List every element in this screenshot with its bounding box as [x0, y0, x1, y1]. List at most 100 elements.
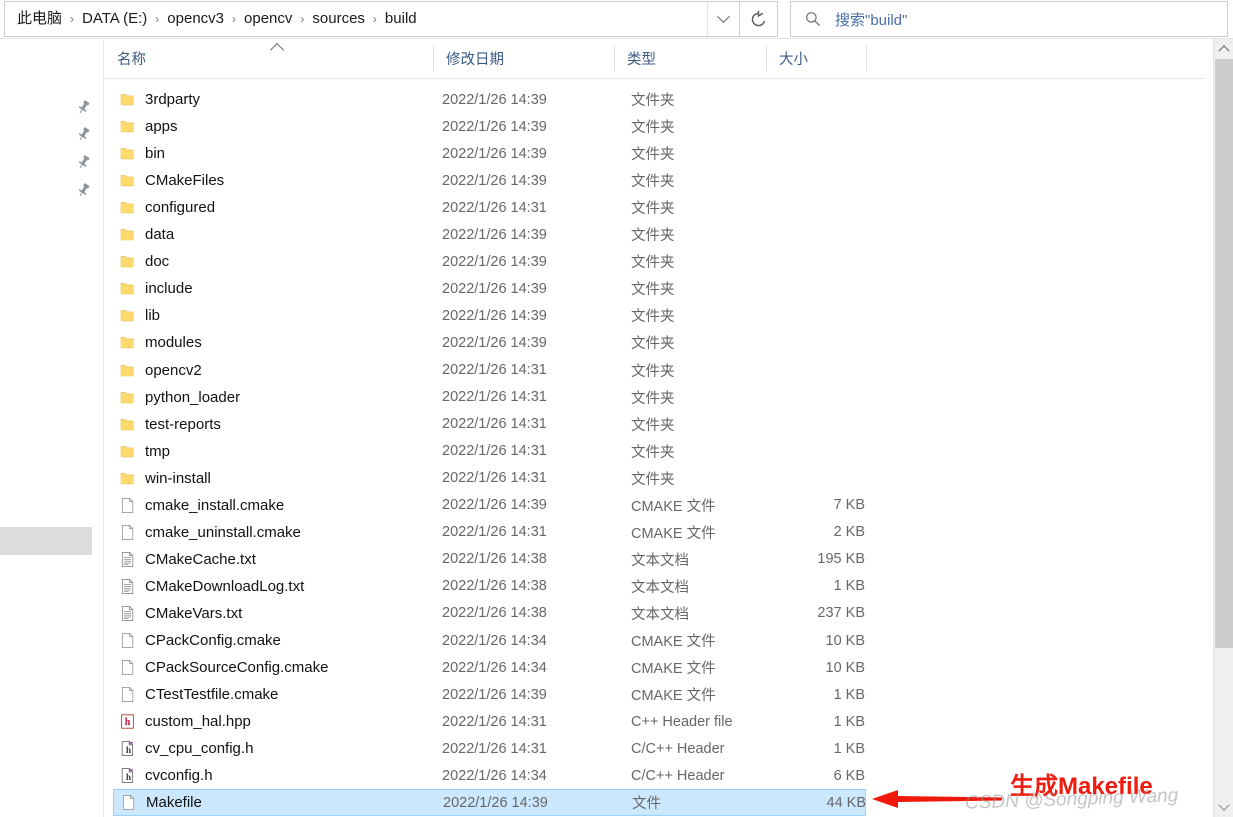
breadcrumb-item[interactable]: 此电脑 — [14, 6, 65, 32]
table-row[interactable]: cmake_install.cmake 2022/1/26 14:39 CMAKE … — [113, 492, 866, 519]
column-header-size-label: 大小 — [779, 52, 808, 68]
scroll-down-button[interactable] — [1214, 799, 1233, 817]
file-name-label: win-install — [145, 469, 211, 487]
file-name-label: cmake_uninstall.cmake — [145, 523, 301, 541]
cell-date-modified: 2022/1/26 14:31 — [442, 740, 547, 757]
cell-size: 2 KB — [833, 524, 865, 541]
cell-size: 44 KB — [826, 794, 867, 811]
breadcrumb-separator: › — [300, 12, 305, 26]
table-row[interactable]: test-reports 2022/1/26 14:31 文件夹 — [113, 411, 866, 438]
cell-type: 文件夹 — [631, 417, 675, 434]
pinned-item[interactable] — [72, 123, 94, 145]
cell-date-modified: 2022/1/26 14:31 — [442, 362, 547, 378]
cell-type: 文件夹 — [631, 444, 675, 461]
file-name-label: include — [145, 280, 193, 298]
table-row[interactable]: CMakeVars.txt 2022/1/26 14:38 文本文档 237 KB — [113, 600, 866, 627]
cell-name: h cvconfig.h — [113, 762, 433, 789]
refresh-button[interactable] — [740, 1, 778, 37]
table-row[interactable]: cmake_uninstall.cmake 2022/1/26 14:31 CMAK… — [113, 519, 866, 546]
table-row[interactable]: CPackSourceConfig.cmake 2022/1/26 14:34 CM… — [113, 654, 866, 681]
blank-file-icon — [122, 795, 135, 811]
table-row[interactable]: doc 2022/1/26 14:39 文件夹 — [113, 248, 866, 275]
breadcrumb-item[interactable]: opencv3 — [164, 6, 227, 32]
scroll-up-button[interactable] — [1214, 39, 1233, 57]
table-row[interactable]: modules 2022/1/26 14:39 文件夹 — [113, 329, 866, 356]
breadcrumb-item[interactable]: opencv — [241, 6, 295, 32]
text-file-icon — [121, 578, 134, 594]
column-header-date[interactable]: 修改日期 — [434, 39, 614, 78]
cell-size: 7 KB — [833, 497, 865, 514]
search-input[interactable]: 搜索"build" — [790, 1, 1228, 37]
cell-type: 文件夹 — [631, 255, 675, 272]
table-row[interactable]: h cvconfig.h 2022/1/26 14:34 C/C++ Header 6 … — [113, 762, 866, 789]
cell-type: C/C++ Header — [631, 767, 725, 784]
table-row[interactable]: lib 2022/1/26 14:39 文件夹 — [113, 302, 866, 329]
cell-date-modified: 2022/1/26 14:39 — [442, 172, 547, 189]
pinned-item[interactable] — [72, 151, 94, 173]
pinned-item[interactable] — [72, 179, 94, 201]
table-row[interactable]: 3rdparty 2022/1/26 14:39 文件夹 — [113, 86, 866, 113]
column-header-type[interactable]: 类型 — [615, 39, 766, 78]
table-row[interactable]: opencv2 2022/1/26 14:31 文件夹 — [113, 357, 866, 384]
cell-name: CMakeVars.txt — [113, 600, 433, 627]
navigation-pane[interactable] — [0, 39, 104, 817]
cell-type: 文件夹 — [631, 201, 675, 218]
scrollbar-thumb[interactable] — [1215, 59, 1233, 648]
breadcrumb[interactable]: 此电脑 › DATA (E:) › opencv3 › opencv › sources › bui… — [5, 2, 707, 36]
cell-size: 1 KB — [833, 713, 865, 730]
vertical-scrollbar[interactable] — [1213, 39, 1233, 817]
breadcrumb-separator: › — [232, 12, 237, 26]
cell-name: python_loader — [113, 384, 433, 411]
cell-type: 文件夹 — [631, 93, 675, 109]
file-name-label: CPackSourceConfig.cmake — [145, 659, 329, 677]
table-row[interactable]: python_loader 2022/1/26 14:31 文件夹 — [113, 384, 866, 411]
cell-type: CMAKE 文件 — [631, 498, 716, 515]
pin-icon — [78, 154, 89, 168]
nav-highlighted-item[interactable] — [0, 527, 92, 555]
text-file-icon — [121, 605, 134, 621]
svg-text:h: h — [126, 745, 131, 755]
left-arrow-annotation — [872, 790, 1002, 808]
folder-icon — [120, 121, 134, 133]
cell-name: lib — [113, 302, 433, 329]
breadcrumb-item[interactable]: build — [382, 6, 420, 32]
column-header-name[interactable]: 名称 — [105, 39, 433, 78]
table-row[interactable]: CMakeCache.txt 2022/1/26 14:38 文本文档 195 KB — [113, 546, 866, 573]
breadcrumb-item[interactable]: sources — [309, 6, 368, 32]
file-name-label: CMakeCache.txt — [145, 550, 256, 568]
pin-icon — [78, 182, 89, 196]
breadcrumb-separator: › — [372, 12, 377, 26]
cell-type: 文件夹 — [631, 282, 675, 299]
table-row[interactable]: configured 2022/1/26 14:31 文件夹 — [113, 194, 866, 221]
column-divider-4[interactable] — [866, 46, 867, 71]
table-row[interactable]: CMakeDownloadLog.txt 2022/1/26 14:38 文本文档 1… — [113, 573, 866, 600]
cell-date-modified: 2022/1/26 14:38 — [442, 605, 547, 622]
table-row[interactable]: CTestTestfile.cmake 2022/1/26 14:39 CMAKE … — [113, 681, 866, 708]
table-row[interactable]: bin 2022/1/26 14:39 文件夹 — [113, 140, 866, 167]
table-row[interactable]: h custom_hal.hpp 2022/1/26 14:31 C++ Header… — [113, 708, 866, 735]
folder-icon — [120, 202, 134, 214]
pinned-item[interactable] — [72, 96, 94, 118]
address-history-dropdown-button[interactable] — [707, 2, 739, 36]
blank-file-icon — [121, 497, 134, 513]
breadcrumb-item[interactable]: DATA (E:) — [79, 6, 150, 32]
table-row[interactable]: apps 2022/1/26 14:39 文件夹 — [113, 113, 866, 140]
table-row-selected[interactable]: Makefile 2022/1/26 14:39 文件 44 KB — [113, 789, 867, 817]
column-header-size[interactable]: 大小 — [767, 39, 866, 78]
table-row[interactable]: win-install 2022/1/26 14:31 文件夹 — [113, 465, 866, 492]
file-list[interactable]: 3rdparty 2022/1/26 14:39 文件夹 apps 2022/1/26 … — [105, 80, 1205, 817]
cell-name: modules — [113, 329, 433, 356]
svg-text:h: h — [126, 772, 131, 782]
breadcrumb-address-box[interactable]: 此电脑 › DATA (E:) › opencv3 › opencv › sources › bui… — [4, 1, 740, 37]
file-name-label: cvconfig.h — [145, 767, 213, 785]
table-row[interactable]: CPackConfig.cmake 2022/1/26 14:34 CMAKE 文件… — [113, 627, 866, 654]
cell-name: data — [113, 221, 433, 248]
cell-size: 237 KB — [817, 605, 865, 622]
table-row[interactable]: include 2022/1/26 14:39 文件夹 — [113, 275, 866, 302]
table-row[interactable]: CMakeFiles 2022/1/26 14:39 文件夹 — [113, 167, 866, 194]
table-row[interactable]: h cv_cpu_config.h 2022/1/26 14:31 C/C++ Hea… — [113, 735, 866, 762]
table-row[interactable]: data 2022/1/26 14:39 文件夹 — [113, 221, 866, 248]
cell-name: configured — [113, 194, 433, 221]
file-name-label: lib — [145, 307, 161, 325]
table-row[interactable]: tmp 2022/1/26 14:31 文件夹 — [113, 438, 866, 465]
